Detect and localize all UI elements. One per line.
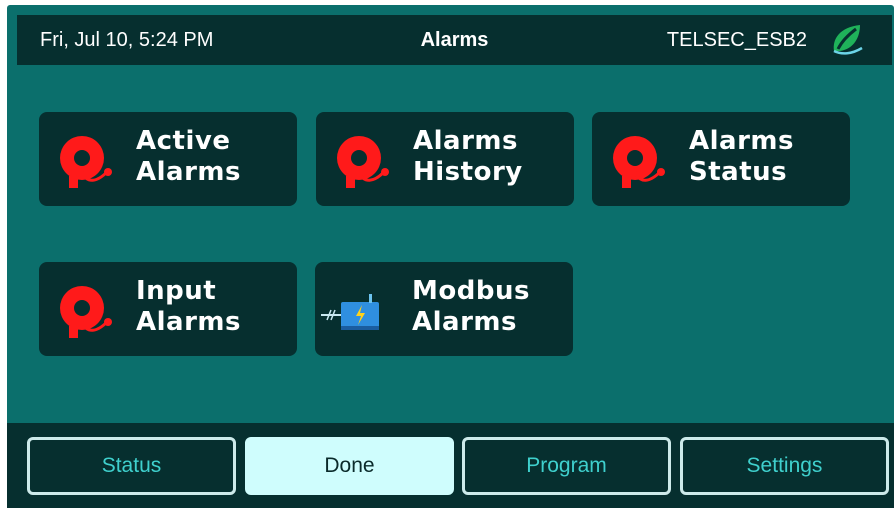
tile-active-alarms[interactable]: Active Alarms <box>39 112 297 206</box>
tile-alarms-status[interactable]: Alarms Status <box>592 112 850 206</box>
footer-nav: Status Done Program Settings <box>7 423 894 508</box>
tile-alarms-history[interactable]: Alarms History <box>316 112 574 206</box>
header-bar: Fri, Jul 10, 5:24 PM Alarms TELSEC_ESB2 <box>17 15 892 65</box>
modbus-device-icon <box>321 294 379 330</box>
device-screen: Fri, Jul 10, 5:24 PM Alarms TELSEC_ESB2 … <box>7 5 894 508</box>
leaf-logo-icon <box>833 25 863 55</box>
alarm-bell-icon <box>613 136 665 188</box>
tile-modbus-alarms[interactable]: Modbus Alarms <box>315 262 573 356</box>
alarm-bell-icon <box>337 136 389 188</box>
program-button[interactable]: Program <box>462 437 671 495</box>
device-name: TELSEC_ESB2 <box>666 29 807 51</box>
settings-button[interactable]: Settings <box>680 437 889 495</box>
tile-label: Active Alarms <box>136 126 241 187</box>
status-button[interactable]: Status <box>27 437 236 495</box>
tile-label: Input Alarms <box>136 276 241 337</box>
done-button[interactable]: Done <box>245 437 454 495</box>
tile-label: Modbus Alarms <box>412 276 530 337</box>
tile-label: Alarms History <box>413 126 523 187</box>
alarm-bell-icon <box>60 286 112 338</box>
tile-input-alarms[interactable]: Input Alarms <box>39 262 297 356</box>
alarm-bell-icon <box>60 136 112 188</box>
tile-label: Alarms Status <box>689 126 794 187</box>
